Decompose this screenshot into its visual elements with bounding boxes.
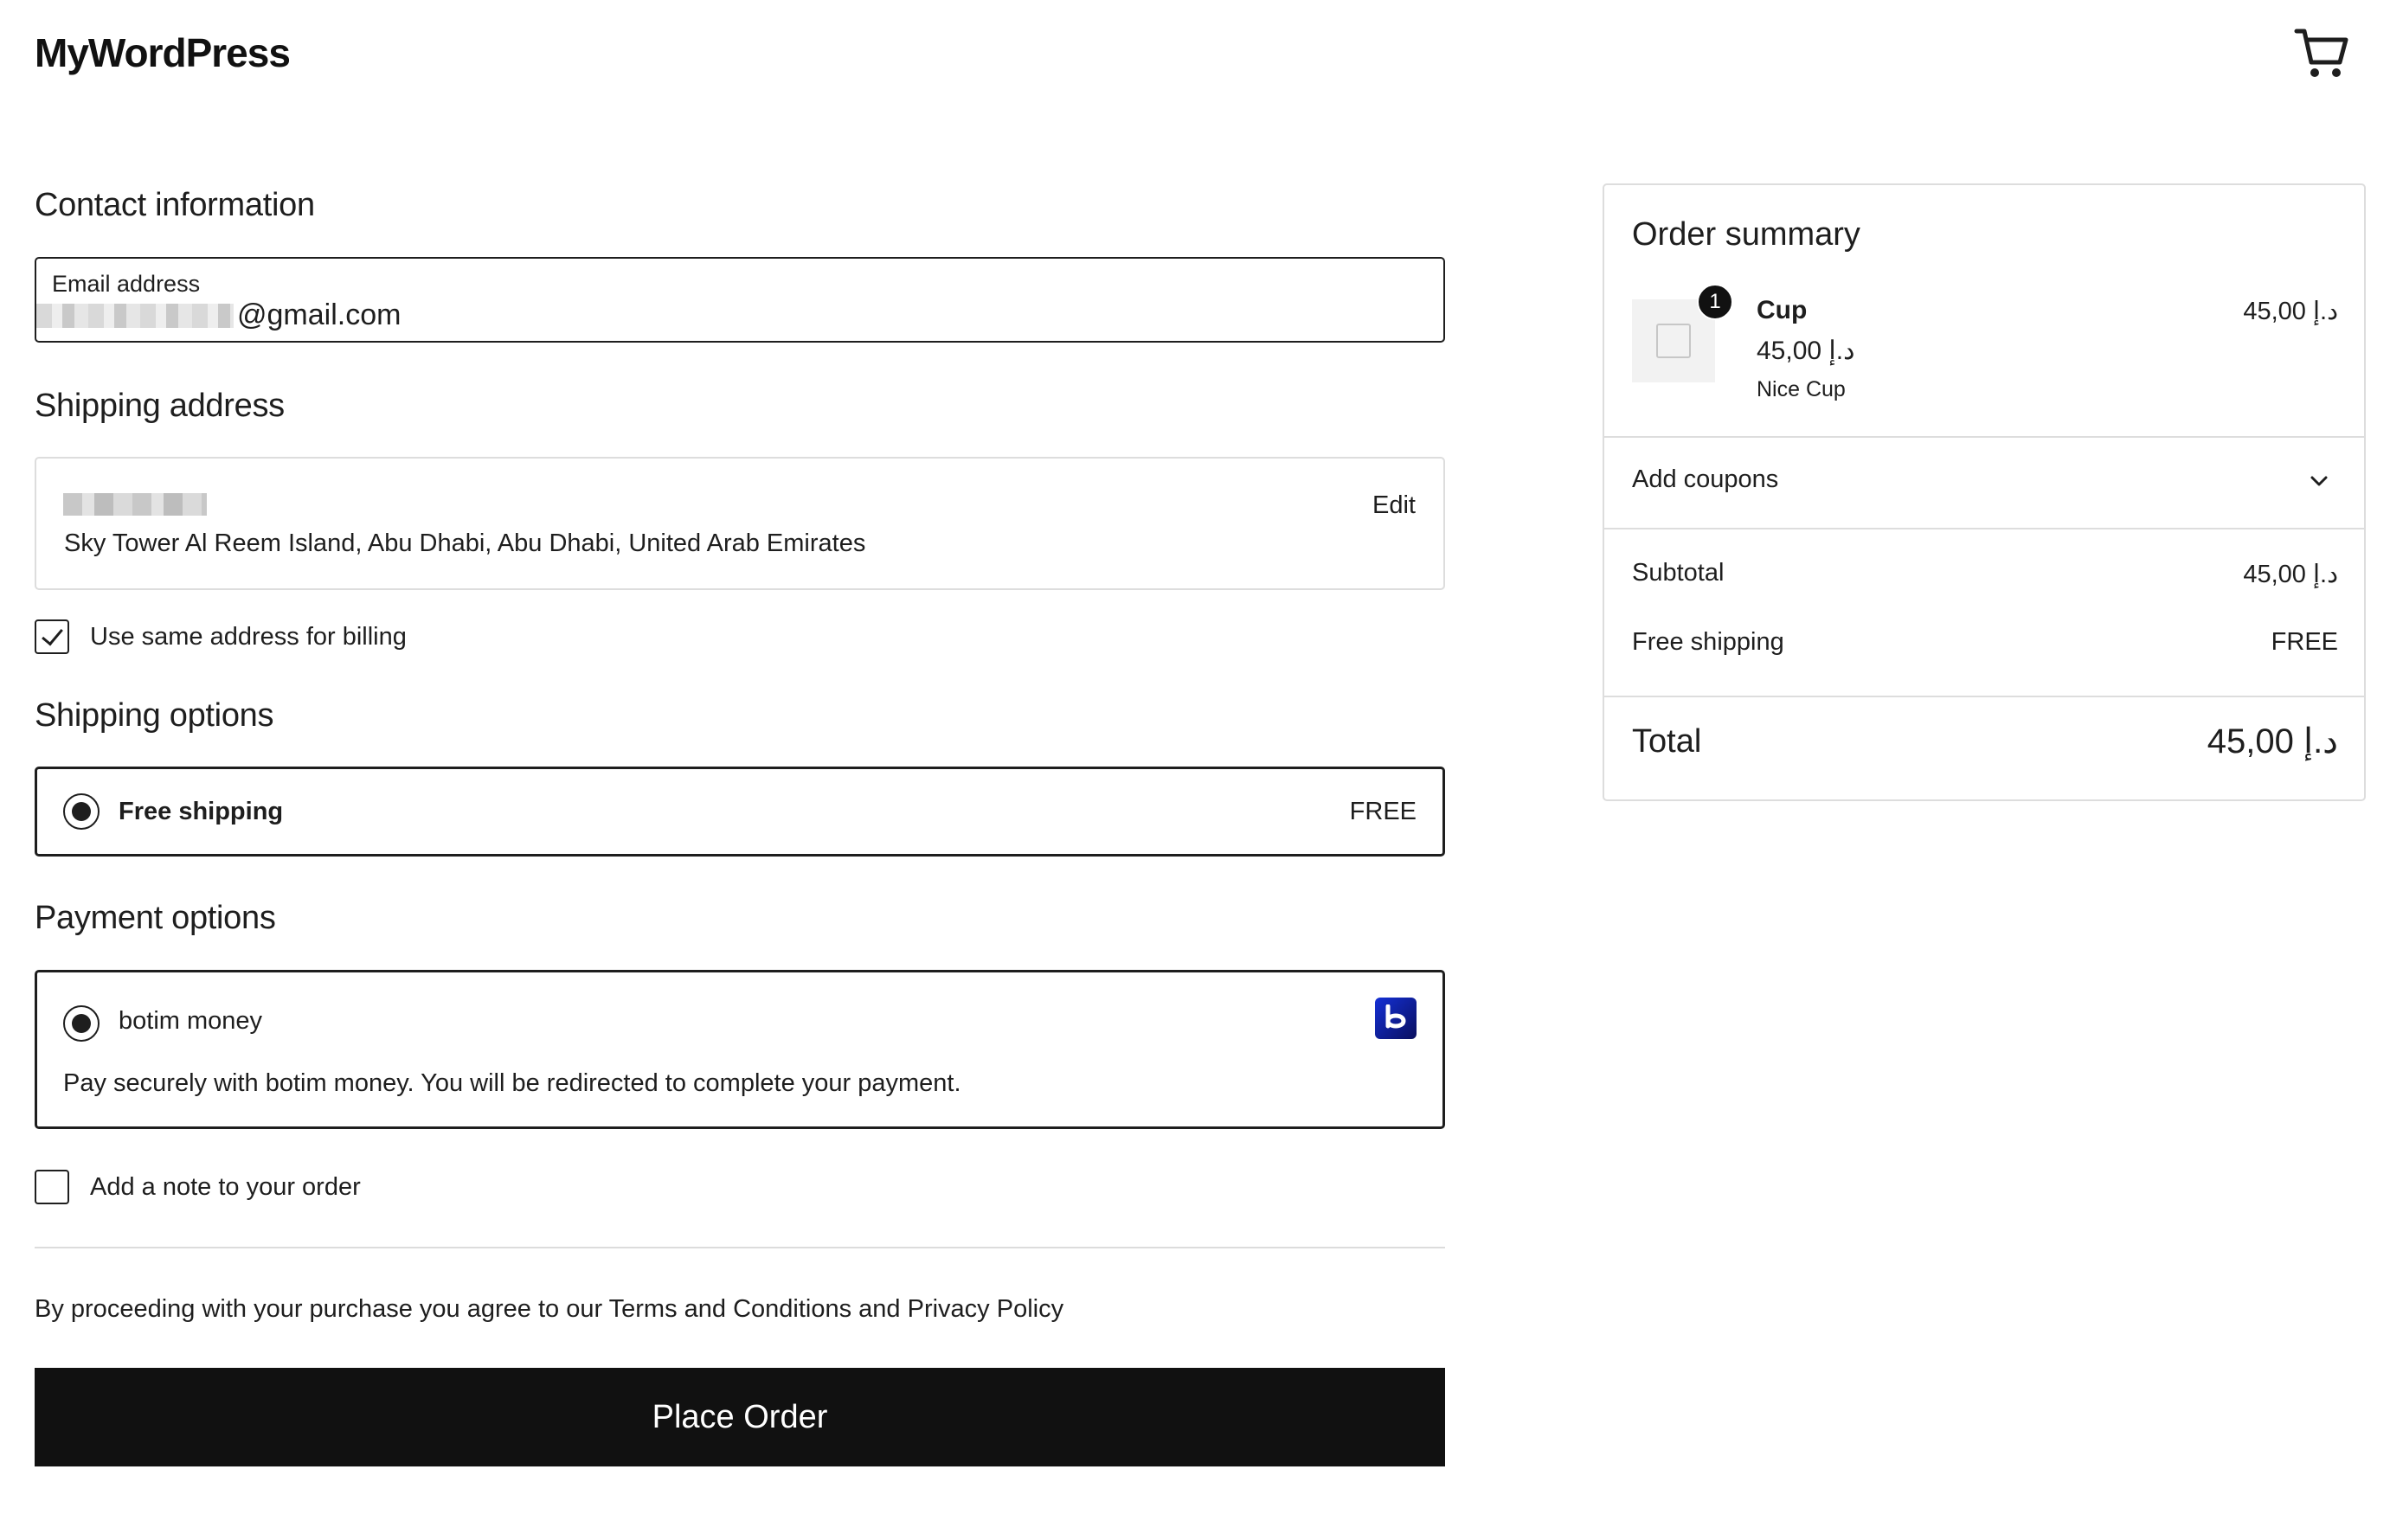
order-note-row[interactable]: Add a note to your order <box>35 1170 361 1204</box>
shipping-option-price: FREE <box>1349 798 1417 825</box>
email-suffix: @gmail.com <box>237 298 402 331</box>
order-summary-heading: Order summary <box>1632 216 1860 253</box>
site-title[interactable]: MyWordPress <box>35 29 291 76</box>
email-label: Email address <box>52 271 201 297</box>
payment-description: Pay securely with botim money. You will … <box>63 1069 961 1097</box>
image-placeholder-icon <box>1656 324 1691 358</box>
cart-icon[interactable] <box>2293 24 2350 81</box>
redacted-recipient-name <box>63 493 207 516</box>
item-name: Cup <box>1757 296 1808 324</box>
summary-divider <box>1604 436 2364 438</box>
payment-option-botim[interactable]: botim money Pay securely with botim mone… <box>35 970 1445 1129</box>
order-note-label[interactable]: Add a note to your order <box>90 1173 361 1202</box>
shipping-option-free[interactable]: Free shipping FREE <box>35 767 1445 857</box>
email-value[interactable]: @gmail.com <box>36 298 401 332</box>
terms-text: By proceeding with your purchase you agr… <box>35 1295 1064 1323</box>
order-note-checkbox[interactable] <box>35 1170 69 1204</box>
order-summary-panel: Order summary 1 Cup 45,00 د.إ Nice Cup 4… <box>1603 183 2366 801</box>
place-order-button[interactable]: Place Order <box>35 1368 1445 1466</box>
summary-divider <box>1604 528 2364 529</box>
redacted-email-prefix <box>36 303 234 328</box>
chevron-down-icon[interactable] <box>2309 471 2329 491</box>
botim-logo-icon <box>1375 998 1417 1039</box>
shipping-address-heading: Shipping address <box>35 388 285 424</box>
shipping-option-label[interactable]: Free shipping <box>119 798 283 826</box>
shipping-options-heading: Shipping options <box>35 697 274 734</box>
address-line: Sky Tower Al Reem Island, Abu Dhabi, Abu… <box>64 529 866 557</box>
shipping-cost-value: FREE <box>2271 628 2338 656</box>
shipping-option-radio[interactable] <box>63 793 100 830</box>
subtotal-value: 45,00 د.إ <box>2243 561 2338 588</box>
payment-option-label[interactable]: botim money <box>119 1007 262 1036</box>
contact-heading: Contact information <box>35 187 315 223</box>
billing-same-row[interactable]: Use same address for billing <box>35 619 407 654</box>
quantity-badge: 1 <box>1697 284 1733 320</box>
billing-same-checkbox[interactable] <box>35 619 69 654</box>
shipping-address-card: Sky Tower Al Reem Island, Abu Dhabi, Abu… <box>35 457 1445 590</box>
subtotal-label: Subtotal <box>1632 559 1725 587</box>
total-value: 45,00 د.إ <box>2207 722 2338 760</box>
payment-options-heading: Payment options <box>35 900 276 936</box>
item-line-total: 45,00 د.إ <box>2243 298 2338 325</box>
shipping-cost-label: Free shipping <box>1632 628 1784 656</box>
edit-address-link[interactable]: Edit <box>1372 491 1416 520</box>
payment-option-radio[interactable] <box>63 1005 100 1042</box>
add-coupons-toggle[interactable]: Add coupons <box>1632 465 1778 494</box>
item-unit-price: 45,00 د.إ <box>1757 337 1855 365</box>
divider <box>35 1247 1445 1248</box>
email-field[interactable]: Email address @gmail.com <box>35 257 1445 343</box>
item-description: Nice Cup <box>1757 377 1846 401</box>
total-label: Total <box>1632 723 1702 760</box>
billing-same-label[interactable]: Use same address for billing <box>90 623 407 651</box>
summary-divider <box>1604 696 2364 697</box>
